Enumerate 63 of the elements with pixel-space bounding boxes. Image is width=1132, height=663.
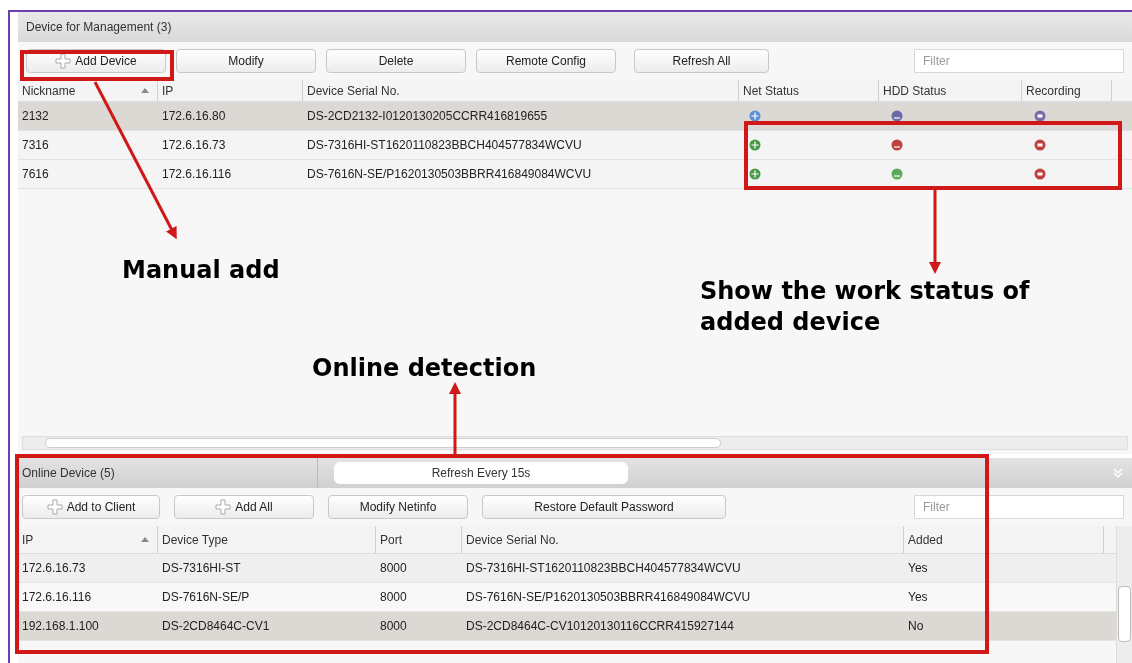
table-cell-text: 172.6.16.116 — [162, 166, 232, 183]
vertical-scrollbar[interactable] — [1116, 526, 1132, 663]
filter-field[interactable]: Filter — [914, 49, 1124, 73]
panel-title: Device for Management (3) — [26, 19, 172, 36]
table-cell-text: DS-7616N-SE/P1620130503BBRR416849084WCVU — [466, 589, 751, 606]
column-header[interactable]: Port — [380, 530, 402, 549]
annotation-label: Show the work status of added device — [700, 276, 1031, 338]
table-cell-text: 8000 — [380, 618, 407, 635]
table-cell-text: DS-7616N-SE/P — [162, 589, 250, 606]
plus-icon — [55, 53, 72, 69]
table-cell-text: 7616 — [22, 166, 49, 183]
column-header[interactable]: Device Type — [162, 530, 228, 549]
column-header[interactable]: Added — [908, 530, 943, 549]
toolbar-button[interactable]: Modify — [176, 49, 316, 73]
table-cell-text: DS-7316HI-ST1620110823BBCH404577834WCVU — [307, 137, 582, 154]
table-cell-text: 2132 — [22, 108, 49, 125]
horizontal-scrollbar[interactable] — [22, 436, 1128, 450]
table-cell-text: 172.6.16.116 — [22, 589, 92, 606]
table-cell-text: Yes — [908, 560, 928, 577]
toolbar-button[interactable]: Remote Config — [476, 49, 616, 73]
column-header[interactable]: IP — [22, 530, 34, 549]
sort-arrow-icon — [141, 537, 149, 542]
table-cell-text: DS-2CD8464C-CV10120130116CCRR415927144 — [466, 618, 734, 635]
table-cell-text: DS-7316HI-ST — [162, 560, 241, 577]
column-header[interactable]: Recording — [1026, 81, 1081, 100]
sort-arrow-icon — [141, 88, 149, 93]
column-header[interactable]: Net Status — [743, 81, 800, 100]
column-header[interactable]: Nickname — [22, 81, 76, 100]
table-cell-text: DS-7616N-SE/P1620130503BBRR416849084WCVU — [307, 166, 592, 183]
column-header[interactable]: HDD Status — [883, 81, 947, 100]
add-button[interactable]: Add to Client — [22, 495, 160, 519]
table-cell-text: DS-2CD8464C-CV1 — [162, 618, 270, 635]
add-button[interactable]: Add All — [174, 495, 314, 519]
column-header[interactable]: IP — [162, 81, 174, 100]
toolbar-button[interactable]: Modify Netinfo — [328, 495, 468, 519]
arrow — [449, 382, 461, 454]
column-header[interactable]: Device Serial No. — [466, 530, 559, 549]
table-cell-text: DS-2CD2132-I0120130205CCRR416819655 — [307, 108, 548, 125]
table-row[interactable]: 192.168.1.100 DS-2CD8464C-CV1 8000 DS-2CD8464C-CV10120130116CCRR415927144 No — [18, 612, 1116, 641]
toolbar-button[interactable]: Restore Default Password — [482, 495, 726, 519]
table-cell-text: 192.168.1.100 — [22, 618, 99, 635]
panel-title: Online Device (5) — [22, 465, 115, 482]
plus-icon — [215, 499, 232, 515]
table-cell-text: No — [908, 618, 924, 635]
table-row[interactable]: 2132 172.6.16.80 DS-2CD2132-I0120130205CCRR416819655 — [18, 102, 1132, 131]
annotation-label: Online detection — [312, 353, 537, 384]
table-cell-text: 172.6.16.80 — [162, 108, 226, 125]
filter-field[interactable]: Filter — [914, 495, 1124, 519]
table-cell-text: 8000 — [380, 560, 407, 577]
toolbar-button[interactable]: Refresh All — [634, 49, 769, 73]
table-cell-text: DS-7316HI-ST1620110823BBCH404577834WCVU — [466, 560, 741, 577]
table-cell-text: 8000 — [380, 589, 407, 606]
table-cell-text: 172.6.16.73 — [162, 137, 226, 154]
table-cell-text: Yes — [908, 589, 928, 606]
column-header[interactable]: Device Serial No. — [307, 81, 400, 100]
refresh-interval-button[interactable]: Refresh Every 15s — [334, 462, 628, 484]
collapse-chevron-icon[interactable] — [1112, 467, 1124, 479]
plus-icon — [46, 499, 63, 515]
table-cell-text: 7316 — [22, 137, 49, 154]
toolbar-button[interactable]: Delete — [326, 49, 466, 73]
table-cell-text: 172.6.16.73 — [22, 560, 86, 577]
annotation-label: Manual add — [122, 255, 280, 286]
table-row[interactable]: 172.6.16.73 DS-7316HI-ST 8000 DS-7316HI-ST1620110823BBCH404577834WCVU Yes — [18, 554, 1116, 583]
